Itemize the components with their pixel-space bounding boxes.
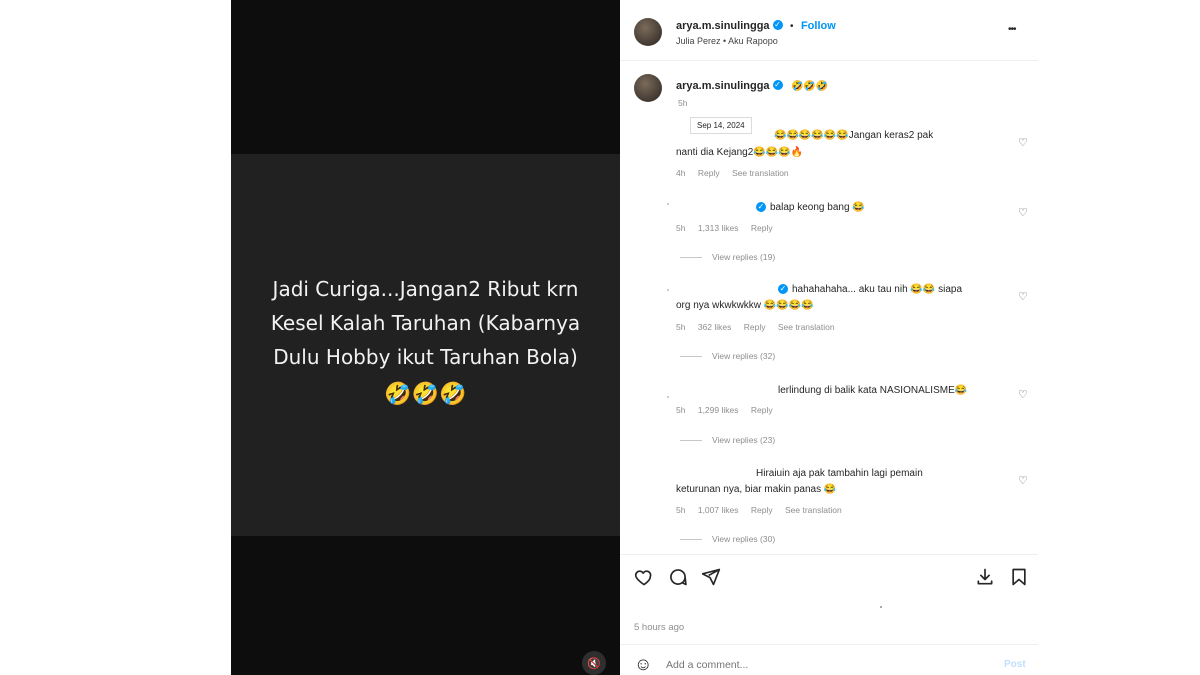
follow-button[interactable]: Follow	[801, 20, 836, 32]
comment-3-meta: 5h 362 likes Reply See translation	[676, 322, 835, 332]
comment-time: 5h	[676, 223, 686, 233]
audio-label[interactable]: Julia Perez • Aku Rapopo	[676, 36, 778, 46]
verified-badge-icon: ✓	[772, 79, 783, 90]
more-options-icon[interactable]: •••	[1008, 24, 1016, 35]
view-replies-label: View replies (32)	[712, 351, 776, 361]
caption-emoji: 🤣🤣🤣	[384, 382, 467, 407]
comment-1-text-line2: nanti dia Kejang2😂😂😂🔥	[676, 147, 804, 158]
view-replies-line	[680, 257, 702, 259]
see-translation-link[interactable]: See translation	[778, 322, 835, 332]
verified-badge-icon: ✓	[772, 19, 783, 30]
avatar-placeholder	[667, 396, 669, 398]
see-translation-link[interactable]: See translation	[785, 505, 842, 515]
view-replies-label: View replies (23)	[712, 435, 776, 445]
view-replies-line	[680, 440, 702, 442]
author-username[interactable]: arya.m.sinulingga	[676, 20, 770, 32]
like-comment-icon[interactable]: ♡	[1018, 290, 1028, 303]
view-replies-label: View replies (19)	[712, 252, 776, 262]
owner-comment-text: 🤣🤣🤣	[790, 81, 829, 92]
emoji-picker-icon[interactable]: ☺	[634, 654, 652, 674]
video-caption: Jadi Curiga...Jangan2 Ribut krn Kesel Ka…	[241, 272, 610, 412]
owner-comment: arya.m.sinulingga ✓ 🤣🤣🤣	[676, 76, 828, 95]
post-time-ago[interactable]: 5 hours ago	[634, 622, 684, 633]
like-comment-icon[interactable]: ♡	[1018, 474, 1028, 487]
like-comment-icon[interactable]: ♡	[1018, 136, 1028, 149]
view-replies-line	[680, 539, 702, 541]
view-replies-button[interactable]: View replies (19)	[680, 252, 775, 262]
share-icon[interactable]	[701, 567, 721, 587]
comment-time: 5h	[676, 505, 686, 515]
caption-line-3: Dulu Hobby ikut Taruhan Bola)	[273, 345, 578, 369]
comment-1-meta: 4h Reply See translation	[676, 168, 789, 178]
mute-toggle-icon[interactable]: 🔇	[582, 651, 606, 675]
comment-5-text-line1: Hiraiuin aja pak tambahin lagi pemain	[756, 468, 923, 479]
view-replies-line	[680, 356, 702, 358]
post-comment-button[interactable]: Post	[1004, 659, 1026, 670]
date-tooltip: Sep 14, 2024	[690, 117, 752, 134]
reply-button[interactable]: Reply	[744, 322, 766, 332]
post-header: arya.m.sinulingga ✓ • Follow	[676, 19, 836, 32]
view-replies-button[interactable]: View replies (32)	[680, 351, 775, 361]
comment-5-text-line2: keturunan nya, biar makin panas 😂	[676, 484, 837, 495]
download-icon[interactable]	[975, 567, 995, 587]
reel-video[interactable]: Jadi Curiga...Jangan2 Ribut krn Kesel Ka…	[231, 0, 620, 675]
comment-likes[interactable]: 1,299 likes	[698, 405, 739, 415]
owner-comment-avatar[interactable]	[634, 74, 662, 102]
comment-3-text: ✓ hahahahaha... aku tau nih 😂😂 siapa	[778, 282, 962, 298]
comment-likes[interactable]: 1,007 likes	[698, 505, 739, 515]
reply-button[interactable]: Reply	[698, 168, 720, 178]
avatar-placeholder	[667, 203, 669, 205]
comment-4-text: lerlindung di balik kata NASIONALISME😂	[778, 385, 968, 396]
avatar-placeholder	[667, 289, 669, 291]
caption-line-1: Jadi Curiga...Jangan2 Ribut krn	[272, 277, 579, 301]
comment-time: 5h	[676, 405, 686, 415]
reply-button[interactable]: Reply	[751, 223, 773, 233]
actions-divider	[620, 554, 1038, 555]
comment-2-body: balap keong bang 😂	[770, 202, 865, 213]
view-replies-button[interactable]: View replies (23)	[680, 435, 775, 445]
reply-button[interactable]: Reply	[751, 505, 773, 515]
comment-4-meta: 5h 1,299 likes Reply	[676, 405, 773, 415]
like-comment-icon[interactable]: ♡	[1018, 206, 1028, 219]
comment-2-text: ✓ balap keong bang 😂	[756, 200, 865, 216]
owner-comment-username[interactable]: arya.m.sinulingga	[676, 80, 770, 92]
like-comment-icon[interactable]: ♡	[1018, 388, 1028, 401]
like-icon[interactable]	[634, 567, 654, 587]
comment-time: 4h	[676, 168, 686, 178]
comment-time: 5h	[676, 322, 686, 332]
caption-line-2: Kesel Kalah Taruhan (Kabarnya	[270, 311, 581, 335]
verified-badge-icon: ✓	[756, 202, 766, 213]
comment-icon[interactable]	[668, 567, 688, 587]
author-avatar[interactable]	[634, 18, 662, 46]
comment-3-body: hahahahaha... aku tau nih 😂😂 siapa	[792, 284, 963, 295]
verified-badge-icon: ✓	[778, 284, 788, 295]
see-translation-link[interactable]: See translation	[732, 168, 789, 178]
comment-5-meta: 5h 1,007 likes Reply See translation	[676, 505, 842, 515]
header-divider	[620, 60, 1038, 61]
comment-likes[interactable]: 1,313 likes	[698, 223, 739, 233]
comment-3-text-line2: org nya wkwkwkkw 😂😂😂😂	[676, 300, 814, 311]
view-replies-button[interactable]: View replies (30)	[680, 534, 775, 544]
owner-comment-time[interactable]: 5h	[678, 98, 687, 108]
save-bookmark-icon[interactable]	[1009, 567, 1029, 587]
view-replies-label: View replies (30)	[712, 534, 776, 544]
comment-2-meta: 5h 1,313 likes Reply	[676, 223, 773, 233]
footer-divider	[620, 644, 1038, 645]
comment-likes[interactable]: 362 likes	[698, 322, 732, 332]
comment-1-text-line1: 😂😂😂😂😂😂Jangan keras2 pak	[774, 130, 934, 141]
add-comment-input[interactable]	[666, 656, 986, 674]
reply-button[interactable]: Reply	[751, 405, 773, 415]
dot-marker	[880, 606, 882, 608]
